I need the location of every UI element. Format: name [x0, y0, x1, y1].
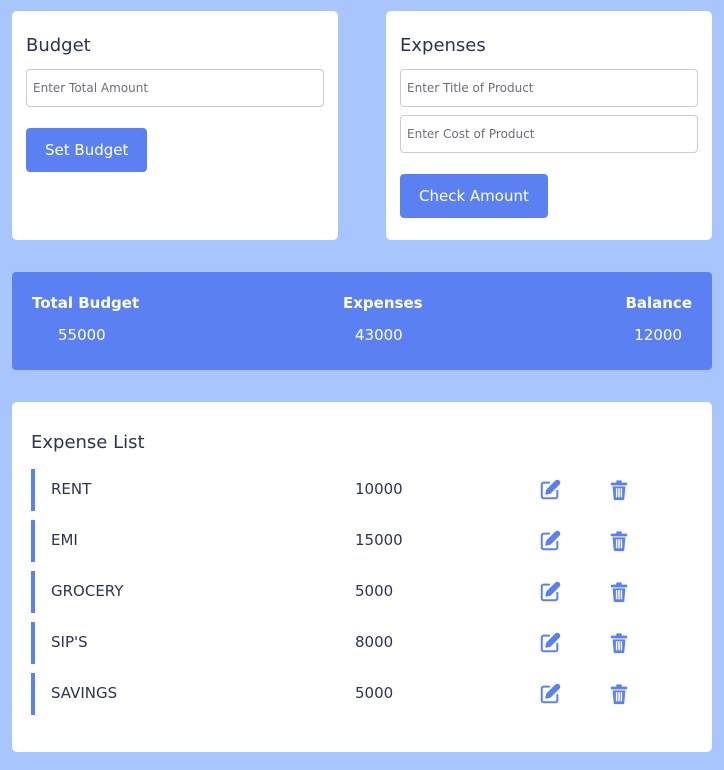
total-budget-value: 55000 — [58, 326, 106, 344]
trash-icon[interactable] — [608, 530, 630, 552]
expense-row: GROCERY 5000 — [31, 571, 693, 613]
expense-amount: 10000 — [355, 480, 403, 498]
expense-title: SIP'S — [51, 633, 88, 651]
edit-icon[interactable] — [539, 479, 561, 501]
expense-title: GROCERY — [51, 582, 124, 600]
expense-row: EMI 15000 — [31, 520, 693, 562]
expense-row: SAVINGS 5000 — [31, 673, 693, 715]
expenses-card: Expenses Check Amount — [386, 11, 712, 240]
trash-icon[interactable] — [608, 683, 630, 705]
total-budget-label: Total Budget — [32, 294, 140, 312]
set-budget-button[interactable]: Set Budget — [26, 128, 148, 172]
expenses-label: Expenses — [343, 294, 423, 312]
expense-amount: 8000 — [355, 633, 394, 651]
edit-icon[interactable] — [539, 530, 561, 552]
expense-title: SAVINGS — [51, 684, 118, 702]
expense-amount: 15000 — [355, 531, 403, 549]
expenses-title: Expenses — [400, 35, 486, 56]
expense-list: RENT 10000 EMI 15000 GROCERY 5000 SIP'S 8000 SAV… — [31, 469, 693, 715]
product-cost-input[interactable] — [400, 115, 698, 153]
edit-icon[interactable] — [539, 632, 561, 654]
balance-label: Balance — [625, 294, 692, 312]
expense-amount: 5000 — [355, 684, 394, 702]
summary-panel: Total Budget 55000 Expenses 43000 Balanc… — [12, 272, 712, 370]
expense-title: EMI — [51, 531, 78, 549]
expense-amount: 5000 — [355, 582, 394, 600]
expense-list-card: Expense List RENT 10000 EMI 15000 GROCERY 500… — [12, 402, 712, 752]
budget-title: Budget — [26, 35, 91, 56]
trash-icon[interactable] — [608, 479, 630, 501]
edit-icon[interactable] — [539, 581, 561, 603]
expense-row: SIP'S 8000 — [31, 622, 693, 664]
trash-icon[interactable] — [608, 581, 630, 603]
expense-row: RENT 10000 — [31, 469, 693, 511]
total-budget-summary: Total Budget 55000 — [32, 294, 139, 344]
expense-title: RENT — [51, 480, 92, 498]
product-title-input[interactable] — [400, 69, 698, 107]
budget-card: Budget Set Budget — [12, 11, 338, 240]
balance-value: 12000 — [634, 326, 682, 344]
total-amount-input[interactable] — [26, 69, 324, 107]
balance-summary: Balance 12000 — [625, 294, 692, 344]
expense-list-title: Expense List — [31, 432, 145, 453]
trash-icon[interactable] — [608, 632, 630, 654]
check-amount-button[interactable]: Check Amount — [400, 174, 548, 218]
edit-icon[interactable] — [539, 683, 561, 705]
expenses-value: 43000 — [355, 326, 403, 344]
expenses-summary: Expenses 43000 — [343, 294, 423, 344]
